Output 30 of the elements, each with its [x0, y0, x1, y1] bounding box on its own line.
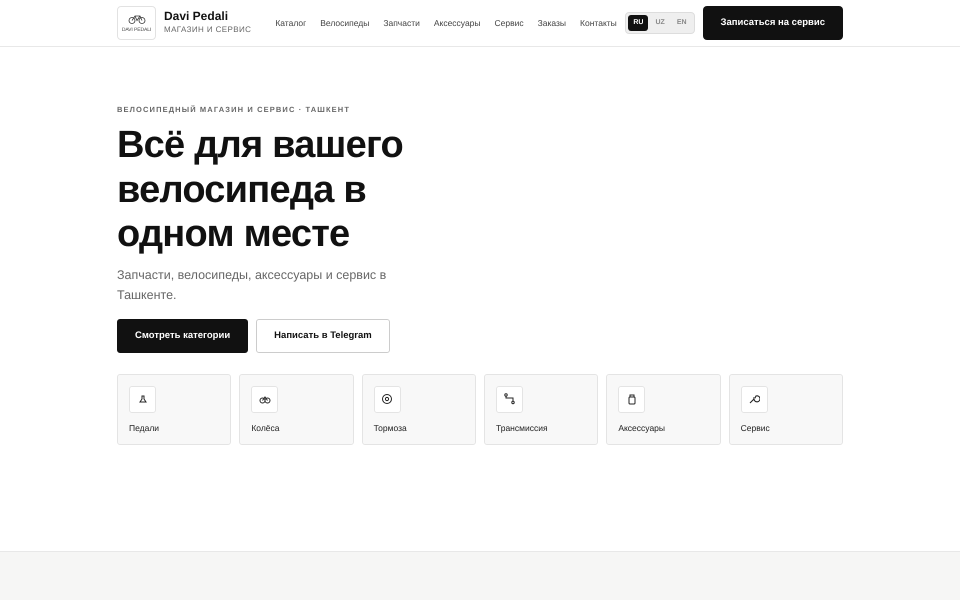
category-card[interactable]: Тормоза: [362, 374, 476, 445]
bicycle-icon: [128, 14, 146, 24]
nav-link[interactable]: Велосипеды: [320, 16, 370, 30]
category-label: Сервис: [740, 422, 771, 435]
category-label: Педали: [129, 422, 160, 435]
brand-tagline: МАГАЗИН И СЕРВИС: [164, 24, 252, 36]
nav-link[interactable]: Контакты: [580, 16, 617, 30]
category-label: Аксессуары: [618, 422, 666, 435]
category-label: Трансмиссия: [496, 422, 549, 435]
brake-disc-icon: [381, 393, 394, 406]
category-card[interactable]: Сервис: [728, 374, 843, 445]
derailleur-icon: [504, 393, 516, 406]
nav-link[interactable]: Заказы: [538, 16, 566, 30]
categories-button[interactable]: Смотреть категории: [117, 318, 248, 353]
category-card[interactable]: Трансмиссия: [484, 374, 598, 445]
nav-link[interactable]: Запчасти: [383, 16, 420, 30]
brand-name: Davi Pedali: [164, 10, 230, 24]
category-label: Колёса: [251, 422, 280, 435]
hero-subtitle: Запчасти, велосипеды, аксессуары и сервис в Ташкенте.: [117, 266, 388, 304]
category-card[interactable]: Аксессуары: [606, 374, 721, 445]
nav-link[interactable]: Аксессуары: [434, 16, 481, 30]
bottle-icon: [626, 393, 638, 406]
service-signup-button[interactable]: Записаться на сервис: [702, 6, 843, 40]
category-label: Тормоза: [374, 422, 408, 435]
hero-title: Всё для вашего велосипеда в одном месте: [117, 123, 404, 257]
nav-link[interactable]: Каталог: [275, 16, 306, 30]
category-card[interactable]: Колёса: [239, 374, 354, 445]
category-card[interactable]: Педали: [117, 374, 232, 445]
nav-link[interactable]: Сервис: [494, 16, 524, 30]
telegram-button[interactable]: Написать в Telegram: [256, 318, 390, 353]
